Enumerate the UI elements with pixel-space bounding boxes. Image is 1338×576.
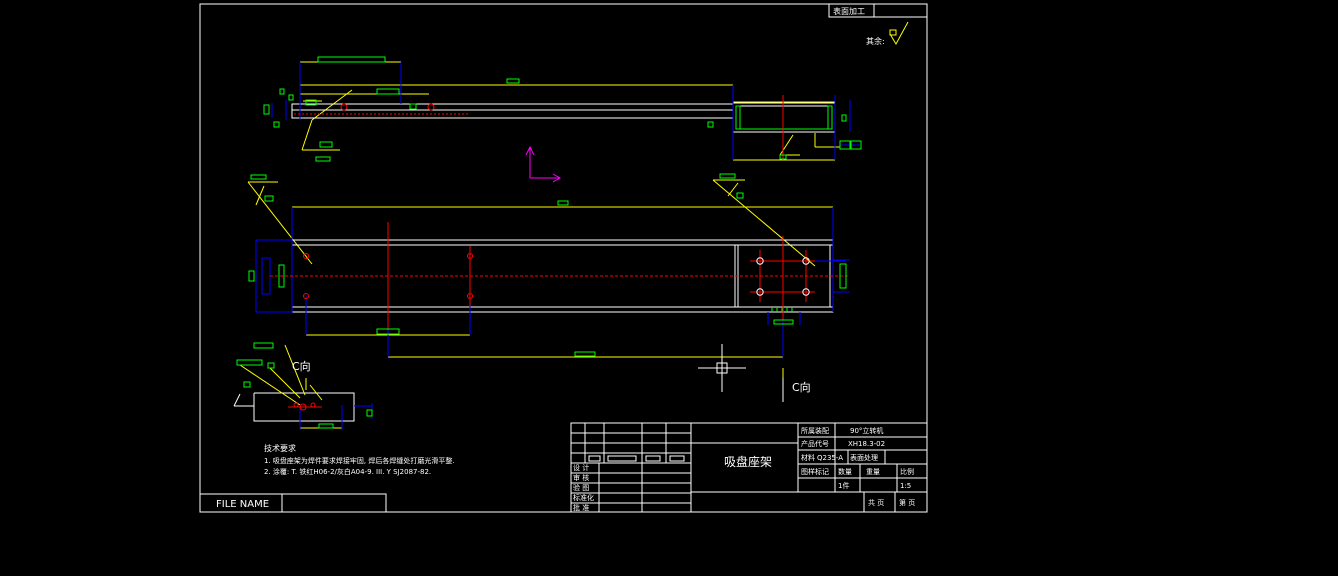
crosshair-cursor-icon: [698, 344, 746, 392]
assembly-label: 所属装配: [801, 426, 829, 435]
product-code-label: 产品代号: [801, 439, 829, 448]
sign-row-check: 验 图: [573, 483, 589, 492]
drawing-title: 吸盘座架: [724, 454, 772, 469]
cad-drawing-canvas: 表面加工 其余: C向 C向 技术要求 1. 吸盘座架为焊件要求焊接牢固, 焊后…: [199, 3, 928, 513]
drawing-frame: [199, 3, 928, 513]
tech-req-heading: 技术要求: [264, 443, 296, 453]
quantity-value: 1件: [838, 481, 849, 490]
tech-req-line-1: 1. 吸盘座架为焊件要求焊接牢固, 焊后各焊缝处打磨光滑平整.: [264, 456, 455, 465]
material-label: 材料: [801, 453, 815, 462]
ratio-value: 1:5: [900, 482, 911, 490]
tech-req-line-2: 2. 涂覆: T. 铁红H06-2/灰白A04-9. III. Y SJ2087…: [264, 467, 431, 476]
sign-row-design: 设 计: [573, 463, 589, 472]
view-c-label-left: C向: [292, 359, 311, 373]
sign-row-approve: 批 准: [573, 503, 589, 512]
marking-label: 图样标记: [801, 467, 829, 476]
direction-arrow-icon: [525, 145, 562, 183]
total-pages-label: 共 页: [868, 498, 884, 507]
surface-finish-label: 表面加工: [833, 6, 865, 16]
sign-row-review: 审 核: [573, 473, 589, 482]
ratio-label: 比例: [900, 467, 914, 476]
quantity-label: 数量: [838, 467, 852, 476]
view-c-label-right: C向: [792, 380, 811, 394]
sign-row-standard: 标准化: [573, 493, 594, 502]
top-view: [263, 56, 862, 162]
surface-finish-table: 表面加工 其余:: [828, 3, 928, 46]
assembly-value: 90°立转机: [850, 426, 883, 435]
material-value: Q235-A: [817, 454, 843, 462]
product-code-value: XH18.3-02: [848, 440, 885, 448]
technical-requirements: 技术要求 1. 吸盘座架为焊件要求焊接牢固, 焊后各焊缝处打磨光滑平整. 2. …: [264, 443, 455, 476]
weight-label: 重量: [866, 468, 880, 476]
page-label: 第 页: [899, 498, 915, 507]
front-view: [247, 173, 850, 358]
file-name-label: FILE NAME: [216, 499, 269, 510]
title-block-markers: [588, 455, 685, 462]
detail-view-c: [233, 342, 373, 430]
surface-treatment-label: 表面处理: [850, 453, 878, 462]
roughness-symbol-icon: [889, 21, 909, 46]
surface-remainder-label: 其余:: [866, 36, 885, 46]
